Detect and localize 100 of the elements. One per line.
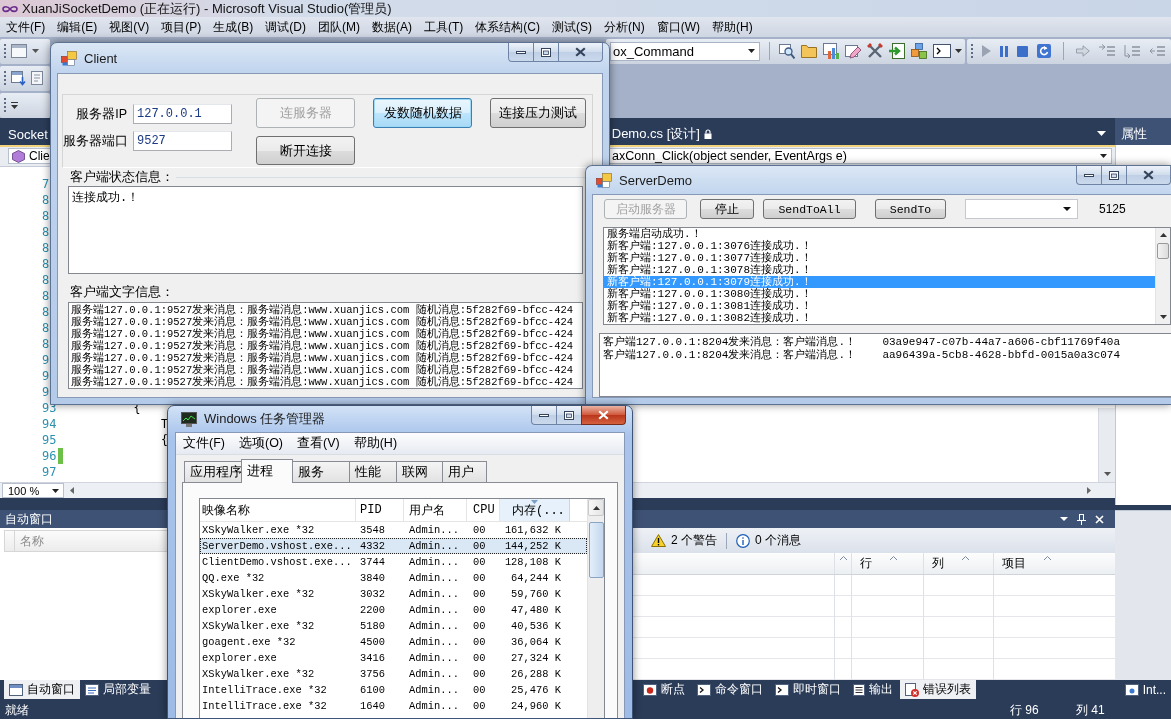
search-icon[interactable] (779, 43, 795, 59)
messages-filter[interactable]: 0 个消息 (733, 530, 805, 551)
tab[interactable]: 联网 (396, 461, 443, 482)
menu-item[interactable]: 选项(O) (234, 435, 288, 452)
window-icon[interactable] (11, 44, 27, 58)
column-header[interactable]: 用户名 (404, 499, 467, 521)
column-header[interactable]: 行 (852, 553, 924, 574)
tab[interactable]: 进程 (241, 459, 293, 483)
menu-item[interactable]: 帮助(H) (349, 435, 402, 452)
minimize-button[interactable] (1076, 166, 1102, 185)
scroll-down-arrow-icon[interactable] (1159, 315, 1167, 319)
process-row[interactable]: XSkyWalker.exe *32 3756 Admin... 00 26,288 K (200, 666, 587, 682)
bar-chart-icon[interactable] (823, 43, 839, 59)
vertical-scrollbar[interactable] (587, 499, 604, 718)
scroll-up-arrow-icon[interactable] (1159, 233, 1167, 237)
messages-textbox[interactable]: 客户端127.0.0.1:8204发来消息：客户端消息.！ 03a9e947-c07b-44a7-a606-cbf11769f40a 客户端127.0.0.1:8204发来消息：客户端消息.！ aa96439a-5cb8-4628-bbfd-0015a0a3c074 (599, 333, 1171, 397)
log-entry[interactable]: 新客户端:127.0.0.1:3080连接成功.！ (604, 288, 1155, 300)
status-textbox[interactable]: 连接成功.！ (68, 186, 583, 274)
close-button[interactable] (581, 406, 626, 425)
caret-down-icon[interactable] (32, 49, 39, 53)
restart-icon[interactable] (1037, 44, 1051, 58)
menu-item[interactable]: 文件(F) (179, 435, 229, 452)
tool-window-tab[interactable]: 命令窗口 (692, 680, 769, 699)
tool-window-tab[interactable]: 输出 (848, 680, 899, 699)
process-row[interactable]: goagent.exe *32 4500 Admin... 00 36,064 K (200, 634, 587, 650)
zoom-dropdown[interactable]: 100 % (2, 483, 64, 498)
maximize-button[interactable] (556, 406, 582, 425)
folder-icon[interactable] (801, 44, 817, 58)
tool-window-tab[interactable]: 断点 (638, 680, 691, 699)
send-data-button[interactable]: 发数随机数据 (373, 98, 472, 128)
tool-window-tab[interactable]: 局部变量 (80, 680, 156, 699)
stop-button[interactable]: 停止 (700, 199, 754, 219)
log-entry[interactable]: 服务端启动成功.！ (604, 228, 1155, 240)
tool-window-tab[interactable]: 自动窗口 (4, 680, 80, 699)
column-header[interactable]: 内存(... (500, 499, 570, 521)
caret-down-icon[interactable] (1060, 517, 1068, 521)
input-field[interactable]: 9527 (133, 131, 232, 151)
menu-item[interactable]: 生成(B) (207, 17, 260, 37)
scrollbar-thumb[interactable] (1157, 243, 1169, 259)
menu-item[interactable]: 工具(T) (418, 17, 470, 37)
log-entry[interactable]: 新客户端:127.0.0.1:3082连接成功.！ (604, 312, 1155, 324)
caret-down-icon[interactable] (1097, 131, 1106, 136)
menu-item[interactable]: 文件(F) (0, 17, 52, 37)
log-entry[interactable]: 新客户端:127.0.0.1:3076连接成功.！ (604, 240, 1155, 252)
overflow-caret-icon[interactable] (11, 101, 18, 109)
menu-item[interactable]: 分析(N) (598, 17, 651, 37)
stacked-squares-icon[interactable] (911, 43, 927, 59)
input-field[interactable]: 127.0.0.1 (133, 104, 232, 124)
minimize-button[interactable] (508, 43, 534, 62)
close-button[interactable] (558, 43, 603, 62)
tab[interactable]: 应用程序 (184, 461, 242, 482)
menu-item[interactable]: 测试(S) (546, 17, 598, 37)
process-row[interactable]: explorer.exe 3416 Admin... 00 27,324 K (200, 650, 587, 666)
log-entry[interactable]: 新客户端:127.0.0.1:3078连接成功.！ (604, 264, 1155, 276)
document-icon[interactable] (31, 71, 43, 85)
column-header[interactable]: PID (356, 499, 404, 521)
tab[interactable]: 用户 (442, 461, 487, 482)
close-icon[interactable] (1095, 514, 1104, 524)
column-header[interactable]: 列 (924, 553, 994, 574)
pencil-icon[interactable] (845, 43, 861, 59)
process-row[interactable]: ClientDemo.vshost.exe... 3744 Admin... 00 128,108 K (200, 554, 587, 570)
warnings-filter[interactable]: 2 个警告 (648, 530, 720, 551)
menu-item[interactable]: 视图(V) (103, 17, 156, 37)
stop-icon[interactable] (1017, 45, 1028, 57)
type-dropdown[interactable]: Clie (8, 148, 52, 164)
scroll-up-button[interactable] (588, 499, 604, 516)
disconnect-button[interactable]: 断开连接 (256, 136, 355, 165)
stress-test-button[interactable]: 连接压力测试 (490, 98, 586, 128)
process-row[interactable]: IntelliTrace.exe *32 6100 Admin... 00 25,476 K (200, 682, 587, 698)
process-row[interactable]: XSkyWalker.exe *32 3032 Admin... 00 59,760 K (200, 586, 587, 602)
tool-window-tab[interactable]: 错误列表 (900, 680, 977, 699)
menu-item[interactable]: 编辑(E) (51, 17, 104, 37)
menu-item[interactable]: 帮助(H) (706, 17, 759, 37)
process-row[interactable]: explorer.exe 2200 Admin... 00 47,480 K (200, 602, 587, 618)
process-row[interactable]: XSkyWalker.exe *32 3548 Admin... 00 161,632 K (200, 522, 587, 538)
vertical-scrollbar[interactable] (1098, 408, 1115, 482)
caret-down-icon[interactable] (955, 49, 962, 53)
crossed-tools-icon[interactable] (867, 43, 883, 59)
send-button[interactable]: SendTo (875, 199, 946, 219)
send-all-button[interactable]: SendToAll (763, 199, 856, 219)
menu-item[interactable]: 调试(D) (259, 17, 312, 37)
pin-icon[interactable] (1077, 513, 1086, 525)
document-tab[interactable]: Demo.cs [设计] (605, 123, 718, 145)
menu-item[interactable]: 体系结构(C) (469, 17, 546, 37)
document-tab[interactable]: Socket (3, 123, 50, 145)
scroll-down-arrow-icon[interactable] (1103, 472, 1111, 476)
process-row[interactable]: XSkyWalker.exe *32 5180 Admin... 00 40,536 K (200, 618, 587, 634)
vertical-scrollbar[interactable] (1155, 228, 1170, 324)
scrollbar-thumb[interactable] (588, 522, 604, 578)
console-icon[interactable] (933, 44, 951, 58)
maximize-button[interactable] (533, 43, 559, 62)
column-header[interactable]: 项目 (994, 553, 1115, 574)
tab[interactable]: 性能 (349, 461, 397, 482)
tool-window-tab[interactable]: 即时窗口 (770, 680, 847, 699)
menu-item[interactable]: 窗口(W) (650, 17, 706, 37)
column-header[interactable]: 映像名称 (200, 499, 356, 521)
menu-item[interactable]: 查看(V) (293, 435, 344, 452)
minimize-button[interactable] (531, 406, 557, 425)
tool-window-tab[interactable]: Int... (1119, 680, 1171, 699)
log-entry[interactable]: 新客户端:127.0.0.1:3081连接成功.！ (604, 300, 1155, 312)
